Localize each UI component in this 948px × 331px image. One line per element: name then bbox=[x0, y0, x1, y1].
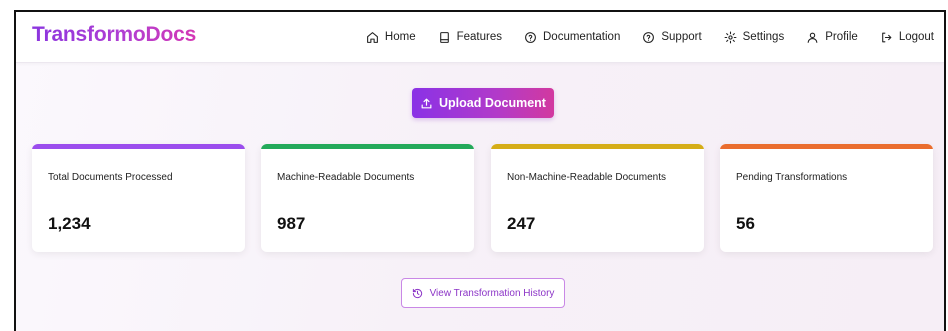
stat-value: 987 bbox=[277, 214, 306, 233]
nav-logout[interactable]: Logout bbox=[880, 31, 934, 44]
upload-document-label: Upload Document bbox=[439, 96, 546, 110]
nav-support[interactable]: Support bbox=[642, 31, 702, 44]
nav-settings-label: Settings bbox=[742, 31, 785, 43]
top-navbar: TransformoDocs Home Features Documentati… bbox=[16, 12, 944, 63]
stat-label: Machine-Readable Documents bbox=[277, 172, 415, 183]
nav-home-label: Home bbox=[384, 31, 416, 43]
nav-profile[interactable]: Profile bbox=[806, 31, 858, 44]
stat-label: Pending Transformations bbox=[736, 172, 848, 183]
home-icon bbox=[367, 31, 378, 43]
document-icon bbox=[439, 31, 449, 43]
logout-icon bbox=[881, 32, 892, 42]
app-window: TransformoDocs Home Features Documentati… bbox=[14, 10, 946, 331]
stat-label: Total Documents Processed bbox=[48, 172, 173, 183]
stat-value: 247 bbox=[507, 214, 536, 233]
stat-card-non-machine-readable: Non-Machine-Readable Documents 247 bbox=[491, 144, 704, 252]
card-accent-bar bbox=[491, 144, 704, 149]
card-accent-bar bbox=[32, 144, 245, 149]
card-accent-bar bbox=[720, 144, 933, 149]
upload-document-button[interactable]: Upload Document bbox=[412, 88, 554, 118]
brand-logo[interactable]: TransformoDocs bbox=[32, 23, 196, 47]
card-accent-bar bbox=[261, 144, 474, 149]
nav-features[interactable]: Features bbox=[438, 31, 502, 44]
stat-card-machine-readable: Machine-Readable Documents 987 bbox=[261, 144, 474, 252]
help-circle-icon bbox=[643, 31, 655, 43]
view-history-label: View Transformation History bbox=[429, 287, 555, 299]
stat-label: Non-Machine-Readable Documents bbox=[507, 172, 666, 183]
nav-documentation[interactable]: Documentation bbox=[524, 31, 620, 44]
nav-features-label: Features bbox=[456, 31, 502, 43]
nav-profile-label: Profile bbox=[825, 31, 858, 43]
stat-value: 56 bbox=[736, 214, 755, 233]
user-icon bbox=[807, 32, 818, 43]
nav-home[interactable]: Home bbox=[366, 31, 416, 44]
stat-card-total: Total Documents Processed 1,234 bbox=[32, 144, 245, 252]
history-icon bbox=[412, 288, 422, 298]
nav-logout-label: Logout bbox=[898, 31, 934, 43]
nav-menu: Home Features Documentation Support Sett… bbox=[366, 12, 934, 62]
nav-support-label: Support bbox=[661, 31, 702, 43]
help-circle-icon bbox=[525, 31, 536, 43]
nav-settings[interactable]: Settings bbox=[724, 31, 785, 44]
nav-documentation-label: Documentation bbox=[543, 31, 621, 43]
stat-card-pending: Pending Transformations 56 bbox=[720, 144, 933, 252]
stat-value: 1,234 bbox=[48, 214, 91, 233]
view-history-button[interactable]: View Transformation History bbox=[401, 278, 565, 308]
upload-icon bbox=[421, 98, 432, 108]
gear-icon bbox=[724, 31, 737, 43]
